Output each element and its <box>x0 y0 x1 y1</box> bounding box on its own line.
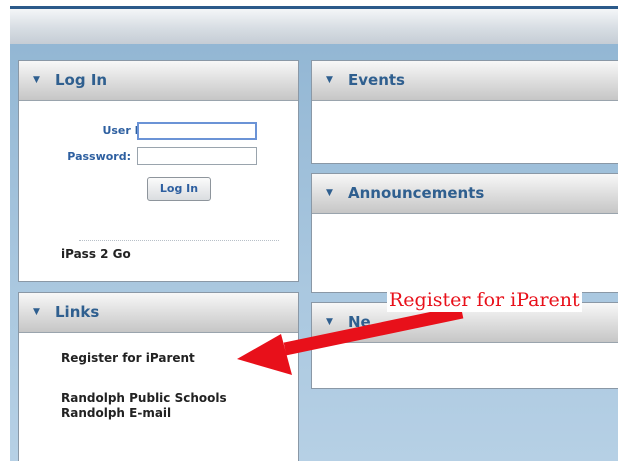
top-header-bar <box>10 6 618 44</box>
events-panel: ▼ Events <box>311 60 618 164</box>
chevron-down-icon[interactable]: ▼ <box>326 75 333 85</box>
ipass-2-go-link[interactable]: iPass 2 Go <box>61 247 131 261</box>
login-panel-header[interactable]: ▼ Log In <box>19 61 298 101</box>
divider <box>79 240 279 241</box>
events-panel-header[interactable]: ▼ Events <box>312 61 618 101</box>
chevron-down-icon[interactable]: ▼ <box>33 307 40 317</box>
news-panel-title: Ne <box>348 313 371 331</box>
announcements-panel-header[interactable]: ▼ Announcements <box>312 174 618 214</box>
chevron-down-icon[interactable]: ▼ <box>326 317 333 327</box>
chevron-down-icon[interactable]: ▼ <box>326 188 333 198</box>
login-panel-title: Log In <box>55 71 108 89</box>
randolph-public-schools-link[interactable]: Randolph Public Schools <box>61 391 227 405</box>
user-id-input[interactable] <box>137 122 257 140</box>
login-button[interactable]: Log In <box>147 177 211 201</box>
randolph-email-link[interactable]: Randolph E-mail <box>61 406 171 420</box>
chevron-down-icon[interactable]: ▼ <box>33 75 40 85</box>
links-panel-title: Links <box>55 303 100 321</box>
password-label: Password: <box>67 150 131 163</box>
annotation-label: Register for iParent <box>387 288 582 312</box>
login-panel: ▼ Log In User Id: Password: Log In iPass… <box>18 60 299 282</box>
links-panel-header[interactable]: ▼ Links <box>19 293 298 333</box>
events-panel-title: Events <box>348 71 405 89</box>
password-input[interactable] <box>137 147 257 165</box>
news-panel: ▼ Ne <box>311 302 618 389</box>
announcements-panel: ▼ Announcements <box>311 173 618 293</box>
announcements-panel-title: Announcements <box>348 184 485 202</box>
links-panel: ▼ Links Register for iParent Randolph Pu… <box>18 292 299 461</box>
register-for-iparent-link[interactable]: Register for iParent <box>61 351 195 365</box>
